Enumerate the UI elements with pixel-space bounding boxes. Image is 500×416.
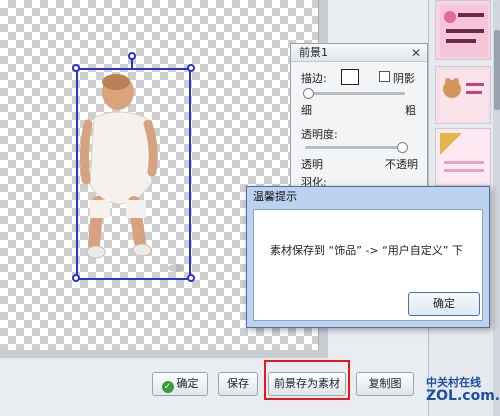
ok-button[interactable]: ✓ 确定 (152, 372, 208, 396)
stroke-label: 描边: (301, 72, 327, 85)
thick-label: 粗 (405, 104, 416, 117)
opacity-slider[interactable] (305, 142, 408, 153)
thumbnail-scrollbar[interactable] (493, 0, 500, 416)
selection-box[interactable] (76, 68, 191, 280)
thumbnail-artwork (440, 71, 488, 121)
ok-button-label: 确定 (176, 377, 199, 390)
dialog-ok-button[interactable]: 确定 (408, 292, 480, 316)
watermark-text-en: ZOL.com.cn (426, 388, 500, 404)
rotate-handle[interactable] (128, 52, 136, 60)
resize-handle-bottom-left[interactable] (72, 274, 80, 282)
opaque-label: 不透明 (385, 158, 418, 171)
panel-title-bar[interactable]: 前景1 ✕ (291, 44, 427, 62)
opacity-slider-knob[interactable] (397, 142, 408, 153)
foreground-panel: 前景1 ✕ 描边: 阴影 细 粗 透明度: 透明 不透明 羽化: (290, 43, 428, 203)
resize-handle-top-right[interactable] (187, 64, 195, 72)
thumbnail-scrollbar-thumb[interactable] (494, 30, 500, 110)
annotation-highlight-box (264, 360, 350, 400)
save-button[interactable]: 保存 (218, 372, 258, 396)
panel-title: 前景1 (299, 46, 328, 59)
stroke-width-slider[interactable] (303, 88, 405, 99)
stroke-width-slider-knob[interactable] (303, 88, 314, 99)
zol-watermark: 中关村在线 ZOL.com.cn (414, 374, 500, 416)
shadow-label: 阴影 (393, 72, 415, 85)
close-icon[interactable]: ✕ (411, 45, 421, 62)
resize-handle-top-left[interactable] (72, 64, 80, 72)
check-icon: ✓ (161, 381, 174, 393)
dialog-body: 素材保存到 “饰品” -> “用户自定义” 下 确定 (253, 209, 483, 321)
bottom-toolbar: ✓ 确定 保存 前景存为素材 复制图 (0, 358, 428, 416)
transparent-label: 透明 (301, 158, 323, 171)
copy-image-button[interactable]: 复制图 (356, 372, 414, 396)
notice-dialog: 温馨提示 素材保存到 “饰品” -> “用户自定义” 下 确定 (246, 186, 490, 328)
shadow-checkbox[interactable] (379, 71, 390, 82)
thumbnail-artwork (440, 133, 488, 183)
thumbnail-item[interactable] (435, 128, 491, 186)
thumbnail-item[interactable] (435, 66, 491, 124)
stroke-color-swatch[interactable] (341, 69, 359, 85)
resize-handle-bottom-right[interactable] (187, 274, 195, 282)
thumbnail-item[interactable] (435, 0, 491, 60)
dialog-message: 素材保存到 “饰品” -> “用户自定义” 下 (270, 244, 463, 257)
opacity-label: 透明度: (301, 128, 338, 141)
thumbnail-artwork (440, 5, 488, 57)
thin-label: 细 (301, 104, 312, 117)
dialog-title[interactable]: 温馨提示 (247, 187, 489, 207)
canvas-horizontal-scrollbar[interactable] (0, 350, 328, 358)
